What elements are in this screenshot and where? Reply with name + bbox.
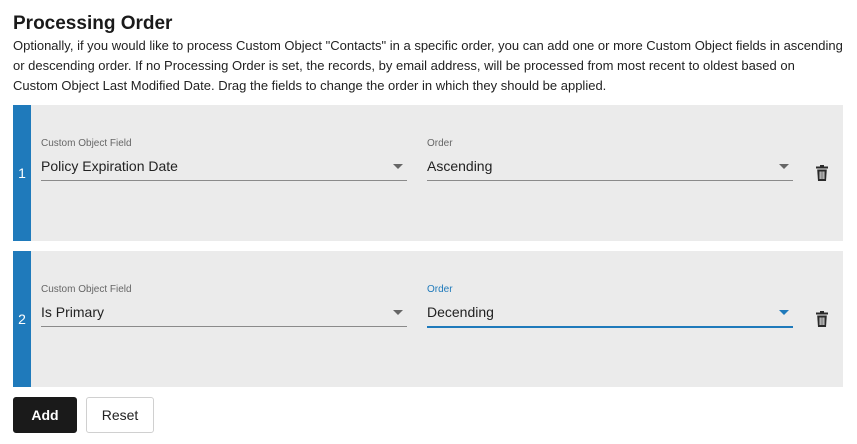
page-description: Optionally, if you would like to process… (13, 38, 843, 93)
custom-object-field-label: Custom Object Field (41, 284, 132, 295)
custom-object-field-value: Policy Expiration Date (41, 158, 178, 174)
caret-down-icon (779, 164, 789, 169)
reset-button[interactable]: Reset (86, 397, 154, 433)
order-dropdown[interactable]: Ascending (427, 156, 793, 181)
row-number: 2 (13, 251, 31, 387)
caret-down-icon (779, 310, 789, 315)
custom-object-field-dropdown[interactable]: Policy Expiration Date (41, 156, 407, 181)
custom-object-field-dropdown[interactable]: Is Primary (41, 302, 407, 327)
custom-object-field-select: Custom Object Field Is Primary (41, 284, 407, 327)
custom-object-field-value: Is Primary (41, 304, 104, 320)
order-label: Order (427, 138, 453, 149)
order-dropdown[interactable]: Decending (427, 302, 793, 328)
caret-down-icon (393, 310, 403, 315)
add-button[interactable]: Add (13, 397, 77, 433)
custom-object-field-select: Custom Object Field Policy Expiration Da… (41, 138, 407, 181)
order-field-select: Order Ascending (427, 138, 793, 181)
row-number: 1 (13, 105, 31, 241)
order-value: Ascending (427, 158, 493, 174)
custom-object-field-label: Custom Object Field (41, 138, 132, 149)
row-body: Custom Object Field Policy Expiration Da… (31, 105, 843, 241)
caret-down-icon (393, 164, 403, 169)
order-label: Order (427, 284, 453, 295)
trash-icon[interactable] (815, 311, 829, 327)
processing-order-row[interactable]: 1 Custom Object Field Policy Expiration … (13, 105, 843, 241)
row-body: Custom Object Field Is Primary Order Dec… (31, 251, 843, 387)
processing-order-row[interactable]: 2 Custom Object Field Is Primary Order D… (13, 251, 843, 387)
order-value: Decending (427, 304, 494, 320)
page-title: Processing Order (13, 13, 173, 34)
trash-icon[interactable] (815, 165, 829, 181)
order-field-select: Order Decending (427, 284, 793, 328)
